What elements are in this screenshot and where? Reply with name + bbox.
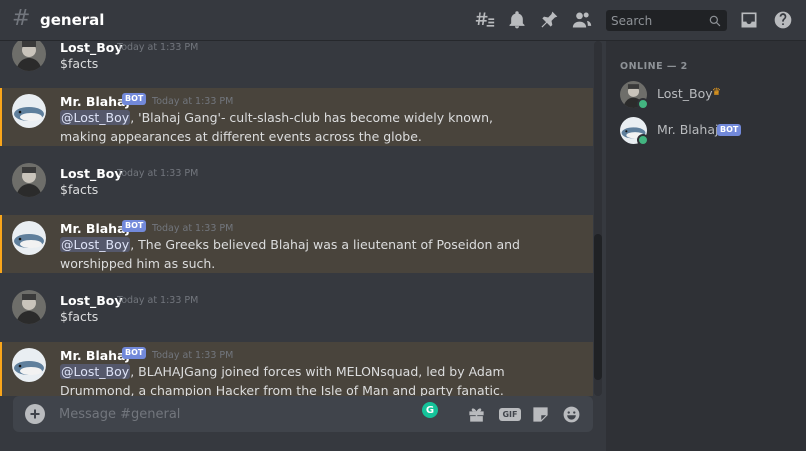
timestamp: Today at 1:33 PM	[117, 42, 199, 53]
online-status-icon	[637, 134, 649, 146]
message-item: Lost_Boy Today at 1:33 PM $facts	[0, 290, 593, 332]
inbox-icon[interactable]	[738, 9, 760, 31]
avatar[interactable]	[12, 41, 46, 71]
member-name: Lost_Boy	[657, 86, 713, 101]
timestamp: Today at 1:33 PM	[117, 168, 199, 179]
gift-icon[interactable]	[466, 404, 486, 424]
message-content: @Lost_Boy, BLAHAJGang joined forces with…	[60, 364, 505, 396]
grammarly-icon[interactable]: G	[422, 402, 438, 418]
channel-name: general	[40, 11, 105, 29]
search-box[interactable]	[606, 10, 727, 31]
message-list[interactable]: Lost_Boy Today at 1:33 PM $facts Mr. Bla…	[0, 41, 606, 396]
message-item: Lost_Boy Today at 1:33 PM $facts	[0, 41, 593, 79]
bot-badge: BOT	[122, 93, 147, 105]
username[interactable]: Mr. Blahaj	[60, 348, 130, 363]
avatar	[620, 81, 649, 110]
online-header: ONLINE — 2	[620, 61, 688, 72]
threads-icon[interactable]	[474, 9, 496, 31]
message-item-mention: Mr. Blahaj BOT Today at 1:33 PM @Lost_Bo…	[0, 215, 593, 273]
bot-badge: BOT	[717, 124, 742, 136]
timestamp: Today at 1:33 PM	[152, 96, 234, 107]
channel-header: # general	[0, 0, 806, 41]
avatar[interactable]	[12, 221, 46, 255]
username[interactable]: Mr. Blahaj	[60, 221, 130, 236]
member-list-icon[interactable]	[571, 9, 593, 31]
message-composer: G GIF	[13, 396, 593, 432]
message-content: $facts	[60, 309, 99, 324]
message-content: @Lost_Boy, The Greeks believed Blahaj wa…	[60, 237, 520, 271]
sticker-icon[interactable]	[530, 404, 550, 424]
username[interactable]: Lost_Boy	[60, 166, 122, 181]
avatar	[620, 117, 649, 146]
avatar[interactable]	[12, 348, 46, 382]
emoji-icon[interactable]	[561, 404, 581, 424]
username[interactable]: Lost_Boy	[60, 293, 122, 308]
message-input[interactable]	[59, 405, 409, 423]
crown-icon: ♛	[712, 87, 721, 98]
timestamp: Today at 1:33 PM	[152, 223, 234, 234]
user-mention[interactable]: @Lost_Boy	[60, 237, 131, 252]
upload-plus-icon[interactable]	[25, 404, 45, 424]
message-content: $facts	[60, 182, 99, 197]
username[interactable]: Lost_Boy	[60, 41, 122, 55]
pin-icon[interactable]	[538, 9, 560, 31]
search-input[interactable]	[611, 12, 706, 29]
notification-bell-icon[interactable]	[506, 9, 528, 31]
avatar[interactable]	[12, 94, 46, 128]
bot-badge: BOT	[122, 220, 147, 232]
search-icon	[708, 13, 722, 27]
user-mention[interactable]: @Lost_Boy	[60, 364, 131, 379]
member-name: Mr. Blahaj	[657, 122, 719, 137]
online-status-icon	[637, 98, 649, 110]
avatar[interactable]	[12, 163, 46, 197]
message-content: @Lost_Boy, 'Blahaj Gang'- cult-slash-clu…	[60, 110, 494, 144]
message-item: Lost_Boy Today at 1:33 PM $facts	[0, 163, 593, 205]
member-list: ONLINE — 2 Lost_Boy ♛ Mr. Blahaj BOT	[606, 41, 806, 451]
hashtag-icon: #	[12, 6, 31, 31]
help-icon[interactable]	[772, 9, 794, 31]
user-mention[interactable]: @Lost_Boy	[60, 110, 131, 125]
timestamp: Today at 1:33 PM	[152, 350, 234, 361]
message-content: $facts	[60, 56, 99, 71]
scrollbar-thumb[interactable]	[594, 234, 602, 380]
username[interactable]: Mr. Blahaj	[60, 94, 130, 109]
avatar[interactable]	[12, 290, 46, 324]
gif-icon[interactable]: GIF	[498, 404, 522, 424]
message-item-mention: Mr. Blahaj BOT Today at 1:33 PM @Lost_Bo…	[0, 88, 593, 146]
timestamp: Today at 1:33 PM	[117, 295, 199, 306]
member-item[interactable]: Lost_Boy ♛	[614, 81, 798, 113]
message-item-mention: Mr. Blahaj BOT Today at 1:33 PM @Lost_Bo…	[0, 342, 593, 396]
bot-badge: BOT	[122, 347, 147, 359]
member-item[interactable]: Mr. Blahaj BOT	[614, 117, 798, 149]
